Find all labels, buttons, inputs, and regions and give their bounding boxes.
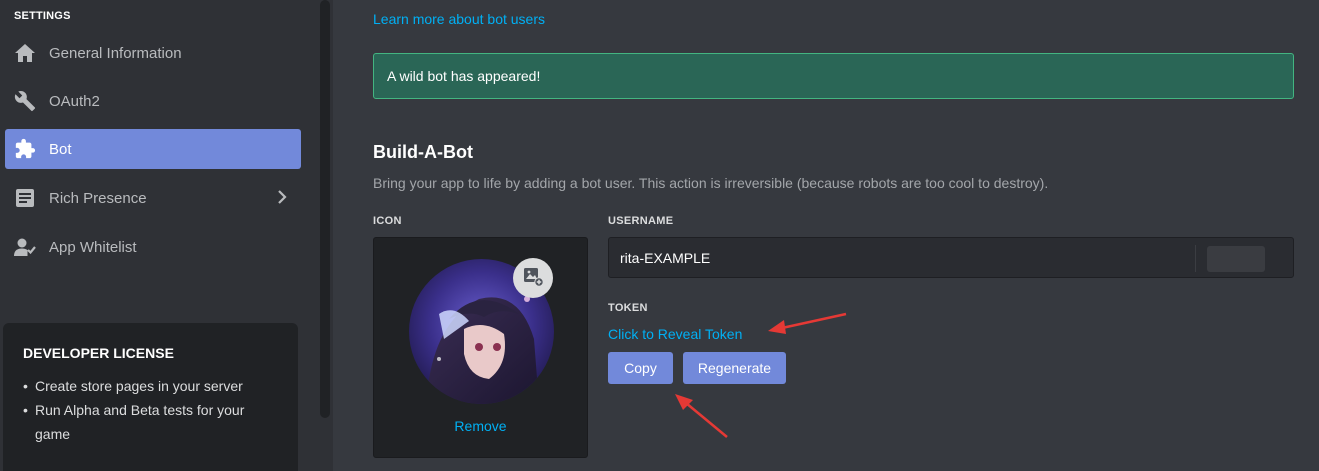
discriminator-box bbox=[1207, 246, 1265, 272]
section-description: Bring your app to life by adding a bot u… bbox=[373, 175, 1049, 191]
learn-more-link[interactable]: Learn more about bot users bbox=[373, 11, 545, 27]
success-banner: A wild bot has appeared! bbox=[373, 53, 1294, 99]
sidebar-item-bot[interactable]: Bot bbox=[5, 129, 301, 169]
sidebar: SETTINGS General Information OAuth2 Bot … bbox=[0, 0, 333, 471]
sidebar-item-app-whitelist[interactable]: App Whitelist bbox=[5, 227, 301, 267]
license-bullet: Run Alpha and Beta tests for your game bbox=[23, 398, 273, 446]
icon-label: ICON bbox=[373, 215, 402, 227]
sidebar-item-label: App Whitelist bbox=[49, 238, 137, 256]
puzzle-icon bbox=[13, 137, 37, 161]
sidebar-scrollbar[interactable] bbox=[320, 0, 330, 418]
field-divider bbox=[1195, 245, 1196, 272]
sidebar-item-label: General Information bbox=[49, 44, 182, 62]
arrow-to-token-icon bbox=[768, 312, 847, 334]
license-title: DEVELOPER LICENSE bbox=[23, 345, 174, 361]
arrow-to-copy-icon bbox=[675, 394, 728, 438]
add-image-button[interactable] bbox=[513, 258, 553, 298]
sidebar-item-general-information[interactable]: General Information bbox=[5, 33, 301, 73]
sidebar-heading: SETTINGS bbox=[14, 10, 71, 22]
sidebar-item-rich-presence[interactable]: Rich Presence bbox=[5, 178, 301, 218]
sidebar-item-label: Rich Presence bbox=[49, 189, 147, 207]
document-icon bbox=[13, 186, 37, 210]
username-field[interactable]: rita-EXAMPLE bbox=[608, 237, 1294, 278]
chevron-right-icon bbox=[277, 189, 287, 209]
reveal-token-link[interactable]: Click to Reveal Token bbox=[608, 326, 742, 342]
token-label: TOKEN bbox=[608, 302, 648, 314]
username-value: rita-EXAMPLE bbox=[620, 250, 711, 266]
developer-license-card: DEVELOPER LICENSE Create store pages in … bbox=[3, 323, 298, 471]
copy-button[interactable]: Copy bbox=[608, 352, 673, 384]
sidebar-item-label: Bot bbox=[49, 140, 72, 158]
username-label: USERNAME bbox=[608, 215, 674, 227]
wrench-icon bbox=[13, 89, 37, 113]
sidebar-item-label: OAuth2 bbox=[49, 92, 100, 110]
remove-icon-link[interactable]: Remove bbox=[374, 418, 587, 434]
section-title: Build-A-Bot bbox=[373, 142, 473, 162]
user-whitelist-icon bbox=[13, 235, 37, 259]
add-image-icon bbox=[522, 265, 544, 292]
license-list: Create store pages in your server Run Al… bbox=[23, 374, 298, 446]
license-bullet: Create store pages in your server bbox=[23, 374, 273, 398]
bot-icon-box: Remove bbox=[373, 237, 588, 458]
regenerate-button[interactable]: Regenerate bbox=[683, 352, 786, 384]
sidebar-item-oauth2[interactable]: OAuth2 bbox=[5, 81, 301, 121]
home-icon bbox=[13, 41, 37, 65]
